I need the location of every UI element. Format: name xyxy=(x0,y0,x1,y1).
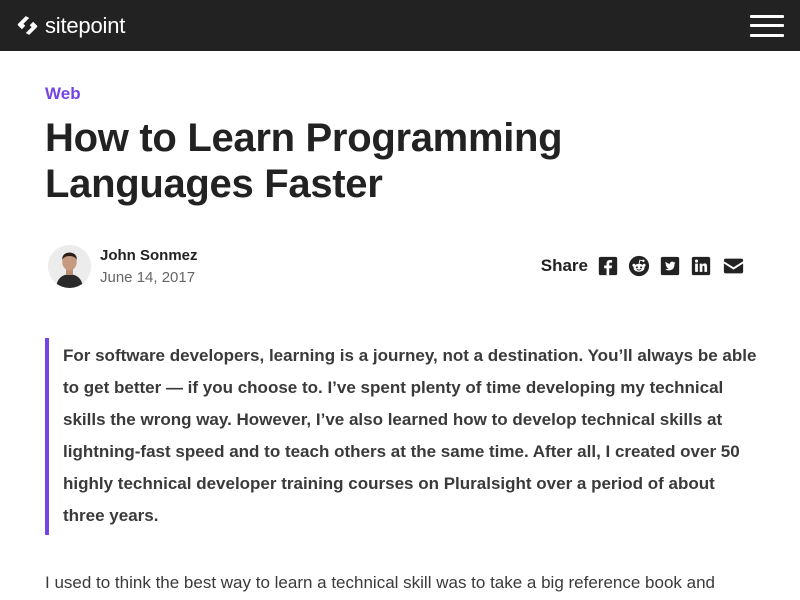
linkedin-icon[interactable] xyxy=(690,255,712,277)
lead-paragraph: For software developers, learning is a j… xyxy=(45,338,757,535)
author-info: John Sonmez June 14, 2017 xyxy=(45,244,198,288)
page-title: How to Learn Programming Languages Faste… xyxy=(45,115,645,207)
brand-name: sitepoint xyxy=(45,12,126,38)
share-bar: Share xyxy=(541,255,746,277)
facebook-icon[interactable] xyxy=(597,255,619,277)
twitter-icon[interactable] xyxy=(659,255,681,277)
sitepoint-logo-icon xyxy=(17,16,38,35)
article: Web How to Learn Programming Languages F… xyxy=(45,51,757,599)
post-date: June 14, 2017 xyxy=(100,268,196,286)
share-label: Share xyxy=(540,256,588,275)
title-line-2: Languages Faster xyxy=(45,162,383,206)
author-avatar[interactable] xyxy=(48,244,91,288)
article-meta: John Sonmez June 14, 2017 Share xyxy=(45,244,755,288)
author-name-link[interactable]: John Sonmez xyxy=(100,246,198,265)
category-link[interactable]: Web xyxy=(45,84,81,104)
title-line-1: How to Learn Programming xyxy=(45,116,563,160)
hamburger-menu-icon[interactable] xyxy=(750,14,784,37)
home-link[interactable]: sitepoint xyxy=(16,14,125,37)
reddit-icon[interactable] xyxy=(628,255,650,277)
author-text: John Sonmez June 14, 2017 xyxy=(100,246,198,287)
site-header: sitepoint xyxy=(0,0,800,51)
email-icon[interactable] xyxy=(721,255,746,277)
body-paragraph: I used to think the best way to learn a … xyxy=(45,573,715,592)
